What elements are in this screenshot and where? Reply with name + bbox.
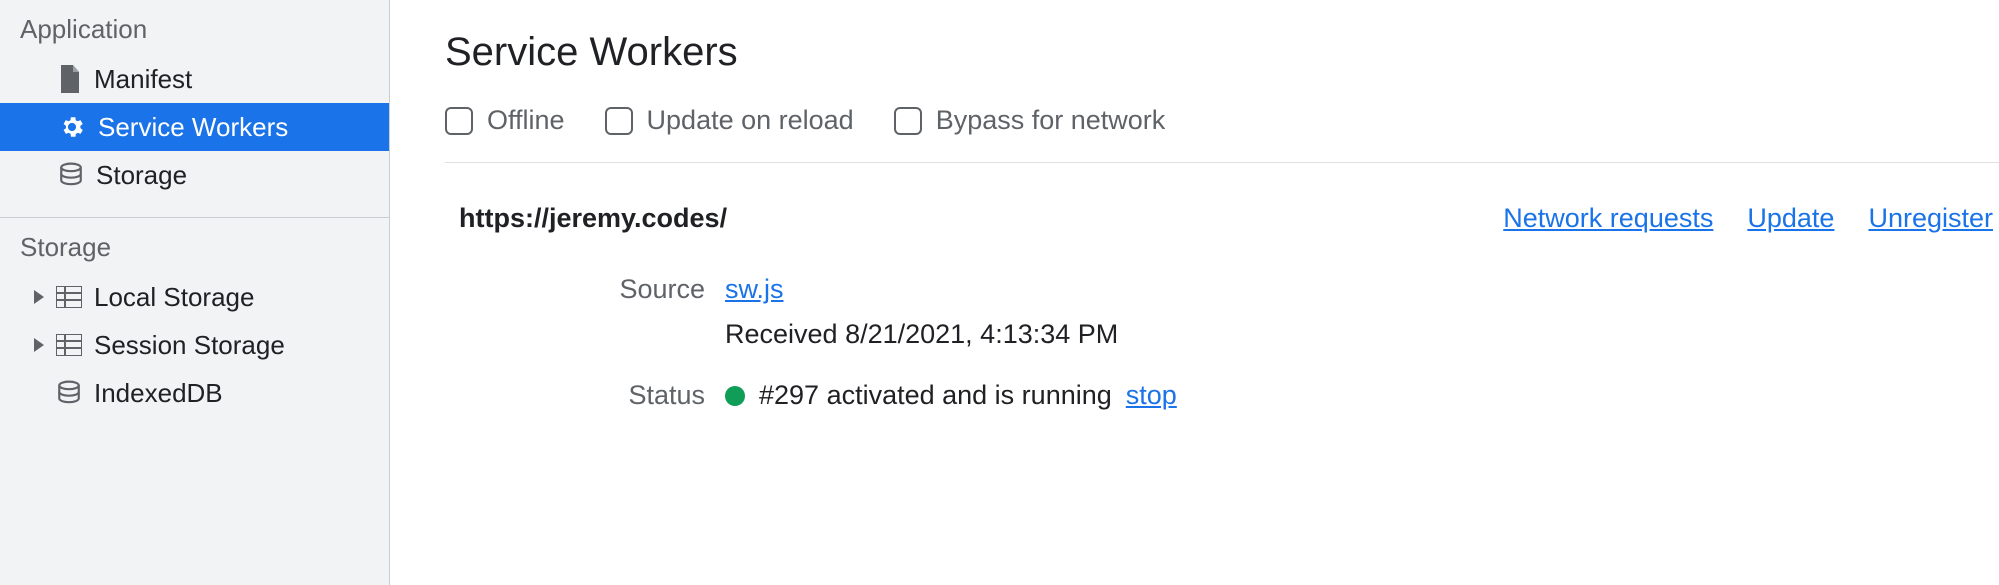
options-row: Offline Update on reload Bypass for netw… <box>445 75 1999 163</box>
update-on-reload-checkbox[interactable]: Update on reload <box>605 105 854 136</box>
checkbox-icon <box>445 107 473 135</box>
checkbox-label: Update on reload <box>647 105 854 136</box>
checkbox-label: Bypass for network <box>936 105 1166 136</box>
details-grid: Source sw.js Received 8/21/2021, 4:13:34… <box>445 252 1999 411</box>
table-icon <box>56 334 82 356</box>
sidebar-item-app-storage[interactable]: Storage <box>0 151 389 199</box>
sidebar-section-application: Application <box>0 0 389 55</box>
database-icon <box>56 379 82 407</box>
sidebar-item-label: Manifest <box>94 64 192 95</box>
sidebar-item-label: Session Storage <box>94 330 285 361</box>
sidebar-item-manifest[interactable]: Manifest <box>0 55 389 103</box>
page-title: Service Workers <box>445 30 1999 75</box>
sidebar-item-label: Service Workers <box>98 112 288 143</box>
sidebar: Application Manifest Service Workers Sto… <box>0 0 390 585</box>
origin-actions: Network requests Update Unregister <box>1503 203 1999 234</box>
source-file-link[interactable]: sw.js <box>725 274 1999 305</box>
sidebar-item-indexeddb[interactable]: IndexedDB <box>0 369 389 417</box>
main-panel: Service Workers Offline Update on reload… <box>390 0 1999 585</box>
source-value: sw.js Received 8/21/2021, 4:13:34 PM <box>725 274 1999 350</box>
checkbox-label: Offline <box>487 105 565 136</box>
offline-checkbox[interactable]: Offline <box>445 105 565 136</box>
unregister-link[interactable]: Unregister <box>1868 203 1993 234</box>
received-text: Received 8/21/2021, 4:13:34 PM <box>725 319 1999 350</box>
stop-link[interactable]: stop <box>1126 380 1177 411</box>
update-link[interactable]: Update <box>1747 203 1834 234</box>
status-dot-icon <box>725 386 745 406</box>
sidebar-item-label: IndexedDB <box>94 378 223 409</box>
document-icon <box>58 65 82 93</box>
sidebar-item-session-storage[interactable]: Session Storage <box>0 321 389 369</box>
database-icon <box>58 161 84 189</box>
checkbox-icon <box>605 107 633 135</box>
sidebar-section-storage: Storage <box>0 218 389 273</box>
bypass-for-network-checkbox[interactable]: Bypass for network <box>894 105 1166 136</box>
sidebar-item-service-workers[interactable]: Service Workers <box>0 103 389 151</box>
chevron-right-icon <box>34 290 44 304</box>
origin-row: https://jeremy.codes/ Network requests U… <box>445 163 1999 252</box>
caret-spacer <box>34 386 44 400</box>
sidebar-item-label: Storage <box>96 160 187 191</box>
origin-url: https://jeremy.codes/ <box>459 203 727 234</box>
gear-icon <box>58 113 86 141</box>
status-value: #297 activated and is running stop <box>725 380 1999 411</box>
sidebar-item-label: Local Storage <box>94 282 254 313</box>
table-icon <box>56 286 82 308</box>
sidebar-item-local-storage[interactable]: Local Storage <box>0 273 389 321</box>
status-label: Status <box>445 380 705 411</box>
source-label: Source <box>445 274 705 350</box>
checkbox-icon <box>894 107 922 135</box>
network-requests-link[interactable]: Network requests <box>1503 203 1713 234</box>
chevron-right-icon <box>34 338 44 352</box>
status-text: #297 activated and is running <box>759 380 1112 411</box>
